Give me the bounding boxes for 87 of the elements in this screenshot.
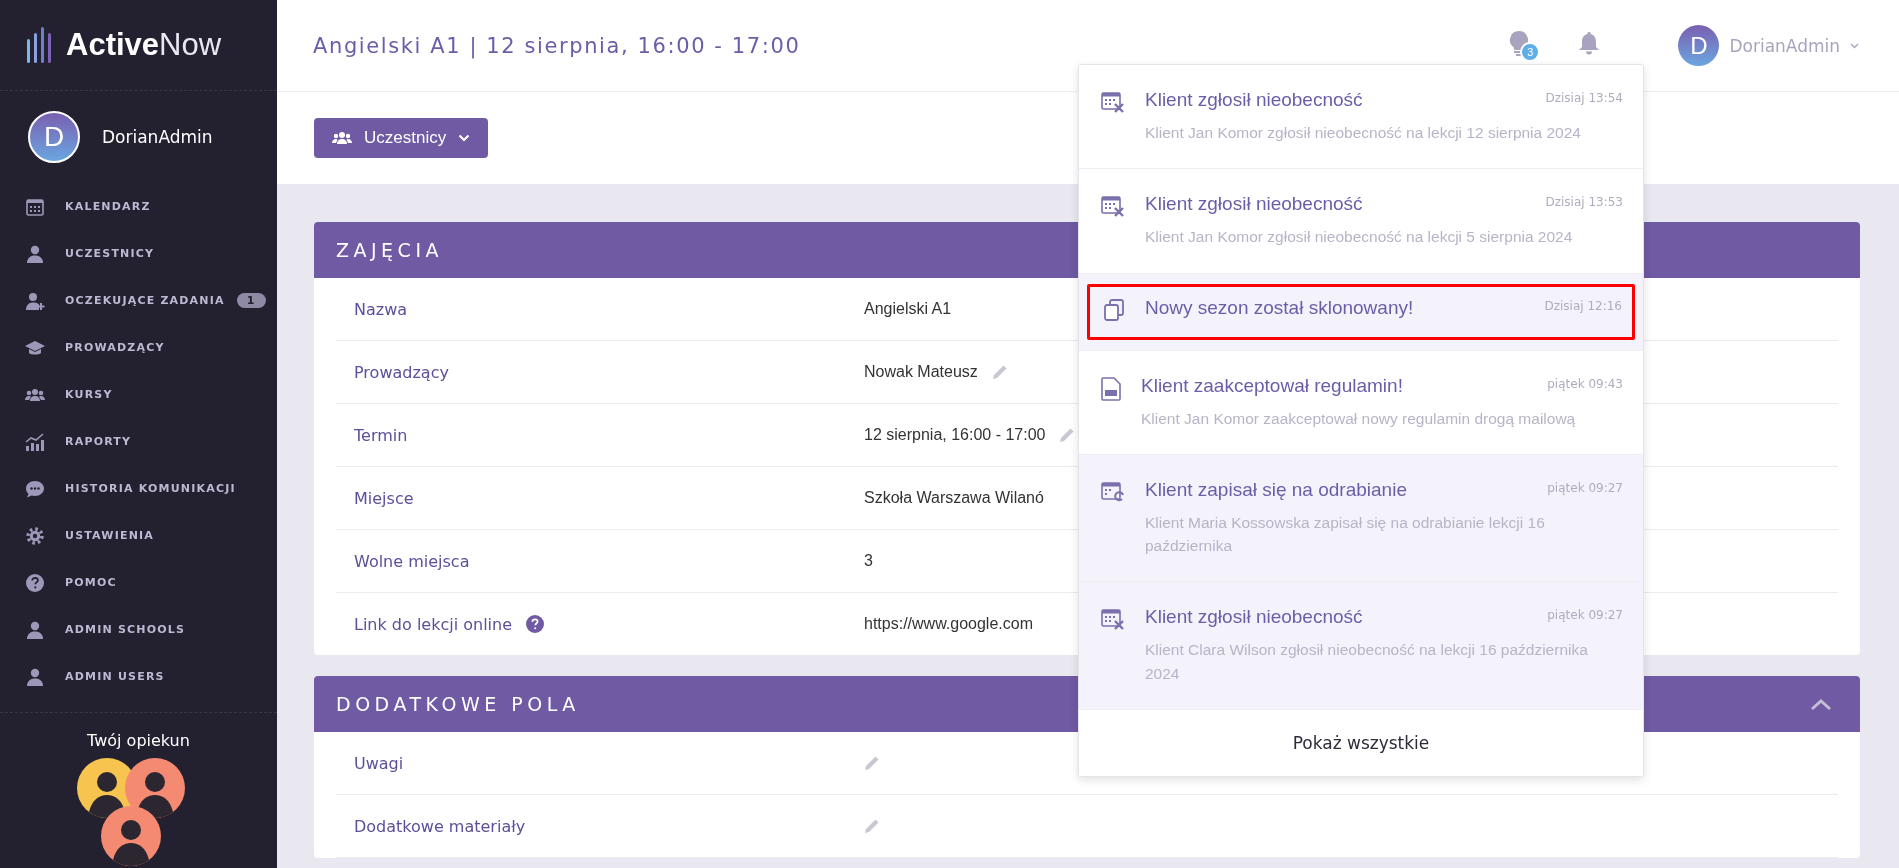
notification-text: Klient Jan Komor zgłosił nieobecność na lekcji 12 sierpnia 2024	[1145, 123, 1582, 143]
user-icon	[25, 666, 45, 687]
chevron-up-icon[interactable]	[1810, 697, 1832, 711]
section-title: DODATKOWE POLA	[336, 693, 580, 715]
notification-title: Klient zgłosił nieobecność	[1145, 606, 1363, 629]
field-label: Link do lekcji online	[354, 614, 512, 634]
pencil-icon[interactable]	[864, 755, 880, 771]
sidebar-item[interactable]: ADMIN SCHOOLS	[0, 606, 277, 653]
notification-item[interactable]: Nowy sezon został sklonowany! Dzisiaj 12:16	[1079, 273, 1643, 351]
field-value: Szkoła Warszawa Wilanó	[864, 489, 1044, 507]
sidebar-item[interactable]: POMOC	[0, 559, 277, 606]
avatar-silhouette-icon	[124, 758, 185, 818]
notification-text: Klient Maria Kossowska zapisał się na odrabianie lekcji 16 października	[1145, 512, 1546, 556]
sidebar-item[interactable]: UCZESTNICY	[0, 230, 277, 277]
user-icon	[25, 243, 45, 264]
field-value: 3	[864, 552, 873, 570]
sidebar-item[interactable]: PROWADZĄCY	[0, 324, 277, 371]
gear-icon	[25, 525, 45, 546]
field-label: Wolne miejsca	[354, 551, 470, 571]
user-avatar: D	[28, 111, 80, 163]
notification-item[interactable]: Klient zgłosił nieobecność Dzisiaj 13:54 Klient Jan Komor zgłosił nieobecność na lekcji 12 sierpnia 2024	[1079, 65, 1643, 170]
notification-title: Klient zgłosił nieobecność	[1145, 89, 1363, 111]
notification-time: piątek 09:27	[1547, 608, 1623, 623]
field-label: Miejsce	[354, 488, 414, 508]
calendar-icon	[25, 196, 45, 217]
pencil-icon[interactable]	[991, 364, 1008, 380]
user-plus-icon	[25, 290, 45, 311]
users-icon	[332, 131, 352, 145]
field-value: Angielski A1	[864, 300, 952, 318]
document-icon	[1101, 376, 1121, 401]
chat-icon	[25, 478, 45, 499]
field-value: https://www.google.com	[864, 615, 1033, 633]
notification-text: Klient Jan Komor zaakceptował nowy regulamin drogą mailową	[1141, 408, 1577, 429]
notification-item[interactable]: Klient zgłosił nieobecność Dzisiaj 13:53 Klient Jan Komor zgłosił nieobecność na lekcji 5 sierpnia 2024	[1079, 169, 1643, 274]
notification-title: Klient zapisał się na odrabianie	[1145, 478, 1407, 501]
caret-icon	[1850, 42, 1859, 49]
user-name: DorianAdmin	[102, 127, 213, 147]
app-logo: ActiveNow	[66, 27, 222, 63]
field-value: 12 sierpnia, 16:00 - 17:00	[864, 426, 1046, 444]
field-label: Nazwa	[354, 299, 408, 319]
pencil-icon[interactable]	[1059, 427, 1076, 443]
notification-time: piątek 09:27	[1547, 480, 1623, 495]
notification-item[interactable]: Klient zaakceptował regulamin! piątek 09:43 Klient Jan Komor zaakceptował nowy regulamin drogą mailową	[1079, 350, 1643, 455]
pencil-icon[interactable]	[864, 818, 880, 834]
question-icon	[25, 572, 45, 593]
user-avatar: D	[1678, 25, 1720, 66]
participants-dropdown-button[interactable]: Uczestnicy	[314, 118, 489, 158]
sidebar-item[interactable]: OCZEKUJĄCE ZADANIA 1	[0, 277, 277, 324]
notification-time: Dzisiaj 13:54	[1545, 91, 1623, 105]
field-label: Prowadzący	[354, 362, 449, 382]
field-label: Uwagi	[354, 753, 404, 773]
calendar-x-icon	[1101, 195, 1125, 218]
notification-title: Nowy sezon został sklonowany!	[1145, 296, 1414, 319]
notification-item[interactable]: Klient zgłosił nieobecność piątek 09:27 Klient Clara Wilson zgłosił nieobecność na lekcji 16 października 2024	[1079, 582, 1643, 710]
count-badge: 1	[236, 293, 266, 308]
count-badge: 3	[1520, 41, 1541, 62]
user-icon	[25, 619, 45, 640]
copy-icon	[1103, 298, 1125, 321]
notification-time: piątek 09:43	[1547, 376, 1623, 391]
sidebar-item[interactable]: HISTORIA KOMUNIKACJI	[0, 465, 277, 512]
sidebar-item[interactable]: KURSY	[0, 371, 277, 418]
field-label: Dodatkowe materiały	[354, 816, 526, 836]
chevron-down-icon	[458, 134, 471, 142]
notification-time: Dzisiaj 12:16	[1544, 298, 1622, 313]
calendar-x-icon	[1101, 91, 1125, 113]
calendar-refresh-icon	[1101, 480, 1125, 503]
notification-time: Dzisiaj 13:53	[1545, 195, 1623, 210]
help-icon[interactable]	[526, 615, 544, 633]
notification-item[interactable]: Klient zapisał się na odrabianie piątek 09:27 Klient Maria Kossowska zapisał się na odrabianie lekcji 16 października	[1079, 454, 1643, 583]
field-value: Nowak Mateusz	[864, 363, 978, 381]
notification-title: Klient zaakceptował regulamin!	[1141, 374, 1403, 397]
notification-text: Klient Clara Wilson zgłosił nieobecność na lekcji 16 października 2024	[1145, 640, 1589, 684]
show-all-button[interactable]: Pokaż wszystkie	[1079, 709, 1643, 776]
notification-title: Klient zgłosił nieobecność	[1145, 193, 1363, 216]
field-label: Termin	[354, 425, 408, 445]
sidebar-item[interactable]: ADMIN USERS	[0, 653, 277, 700]
caretaker-title: Twój opiekun	[87, 731, 190, 750]
chart-icon	[25, 431, 45, 452]
notification-text: Klient Jan Komor zgłosił nieobecność na lekcji 5 sierpnia 2024	[1145, 227, 1574, 248]
page-title: Angielski A1 | 12 sierpnia, 16:00 - 17:00	[313, 33, 801, 58]
section-title: ZAJĘCIA	[336, 239, 443, 261]
sidebar-item[interactable]: KALENDARZ	[0, 183, 277, 230]
sidebar-item[interactable]: RAPORTY	[0, 418, 277, 465]
calendar-x-icon	[1101, 608, 1125, 631]
sidebar-item[interactable]: USTAWIENIA	[0, 512, 277, 559]
bell-icon	[1578, 30, 1601, 55]
user-menu-button[interactable]: D DorianAdmin	[1678, 25, 1859, 66]
